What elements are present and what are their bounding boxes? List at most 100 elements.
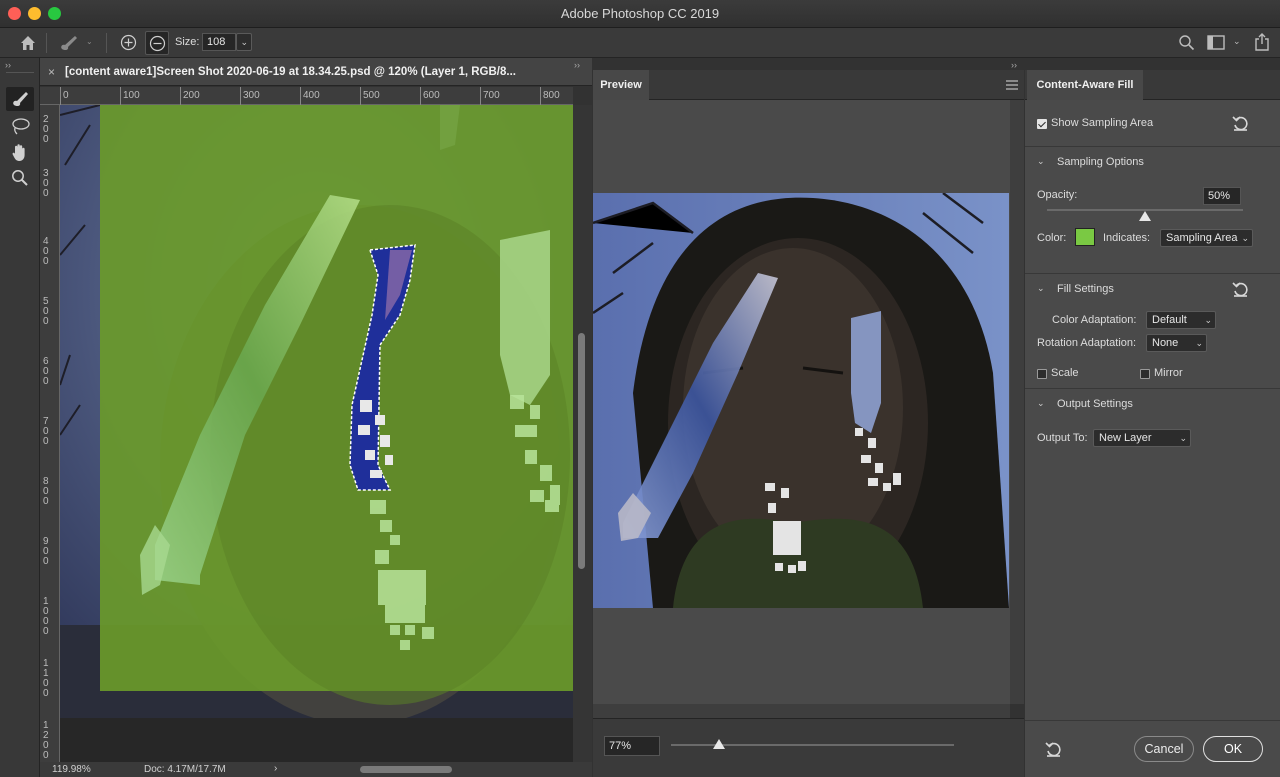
document-tab-title: [content aware1]Screen Shot 2020-06-19 a…	[65, 66, 516, 78]
subtract-from-area-icon	[149, 35, 166, 52]
h-ruler-tick	[420, 87, 421, 105]
preview-image[interactable]	[593, 193, 1009, 608]
reset-all-icon[interactable]	[1045, 741, 1062, 757]
collapse-panels-icon[interactable]: ››	[574, 60, 580, 70]
preview-horizontal-scrollbar[interactable]	[593, 704, 1010, 718]
show-sampling-area-label: Show Sampling Area	[1051, 117, 1154, 129]
output-settings-section: ⌄ Output Settings Output To: New Layer ⌄	[1025, 388, 1280, 468]
overlay-color-swatch[interactable]	[1075, 228, 1095, 246]
preview-zoom-input[interactable]: 77%	[604, 736, 660, 756]
title-bar: Adobe Photoshop CC 2019	[0, 0, 1280, 28]
vertical-ruler: 200300400500600700800900100011001200	[40, 105, 60, 762]
sampling-brush-tool[interactable]	[6, 87, 34, 111]
v-ruler-tick-label: 0	[43, 188, 49, 199]
v-ruler-tick-label: 0	[43, 688, 49, 699]
scale-checkbox[interactable]	[1037, 369, 1047, 379]
h-ruler-tick	[540, 87, 541, 105]
ok-button[interactable]: OK	[1203, 736, 1263, 762]
close-document-icon[interactable]: ×	[48, 65, 55, 79]
document-canvas[interactable]	[60, 105, 573, 718]
expand-panel-icon[interactable]: ››	[5, 60, 11, 70]
add-to-area-icon[interactable]	[120, 34, 137, 51]
canvas-vertical-scrollbar[interactable]	[573, 105, 592, 762]
home-icon[interactable]	[19, 34, 37, 51]
document-tab[interactable]: × [content aware1]Screen Shot 2020-06-19…	[40, 58, 592, 86]
sampled-strip-right	[500, 230, 550, 405]
section-collapse-chevron-icon[interactable]: ⌄	[1037, 283, 1045, 294]
options-bar: ⌄ Size: 108 ⌄ ⌄	[0, 28, 1280, 58]
content-aware-fill-panel-header: Content-Aware Fill	[1025, 70, 1280, 100]
preview-zoom-slider-thumb[interactable]	[713, 739, 726, 749]
scrollbar-thumb[interactable]	[578, 333, 585, 569]
h-ruler-tick-label: 500	[363, 90, 380, 101]
h-ruler-tick-label: 300	[243, 90, 260, 101]
v-ruler-tick-label: 0	[43, 750, 49, 761]
status-menu-arrow-icon[interactable]: ›	[274, 763, 277, 774]
lasso-tool[interactable]	[6, 114, 34, 138]
preview-vertical-scrollbar[interactable]	[1010, 100, 1024, 704]
zoom-level-readout[interactable]: 119.98%	[52, 764, 91, 775]
opacity-slider-thumb[interactable]	[1139, 211, 1151, 221]
show-sampling-area-checkbox[interactable]	[1037, 119, 1047, 129]
color-adaptation-label: Color Adaptation:	[1052, 314, 1137, 326]
share-icon[interactable]	[1254, 32, 1270, 52]
brush-size-input[interactable]: 108	[202, 33, 236, 51]
reset-fill-settings-icon[interactable]	[1232, 281, 1249, 297]
brush-size-dropdown[interactable]: ⌄	[236, 33, 252, 51]
horizontal-ruler: 0 100 200 300 400 500 600 700 800	[40, 87, 573, 105]
h-ruler-tick-label: 700	[483, 90, 500, 101]
section-collapse-chevron-icon[interactable]: ⌄	[1037, 398, 1045, 409]
scale-label: Scale	[1051, 367, 1079, 379]
canvas-horizontal-scrollbar[interactable]	[360, 766, 452, 773]
collapse-preview-icon[interactable]: ››	[1011, 60, 1017, 70]
h-ruler-tick	[300, 87, 301, 105]
search-icon[interactable]	[1178, 34, 1195, 51]
v-ruler-tick-label: 0	[43, 316, 49, 327]
preview-zoom-bar: 77%	[593, 718, 1024, 777]
panel-menu-icon[interactable]	[1006, 80, 1018, 90]
magnifier-icon	[12, 170, 28, 186]
subtract-from-area-button[interactable]	[145, 31, 169, 55]
indicates-value: Sampling Area	[1166, 232, 1238, 244]
rotation-adaptation-label: Rotation Adaptation:	[1037, 337, 1137, 349]
section-collapse-chevron-icon[interactable]: ⌄	[1037, 156, 1045, 167]
color-label: Color:	[1037, 232, 1067, 244]
tool-panel: ››	[0, 58, 40, 777]
zoom-tool[interactable]	[6, 166, 34, 190]
output-settings-title[interactable]: Output Settings	[1057, 398, 1133, 410]
workspace-chevron-icon[interactable]: ⌄	[1233, 36, 1241, 47]
sampling-brush-tool-icon[interactable]	[58, 33, 80, 53]
sampling-options-title[interactable]: Sampling Options	[1057, 156, 1144, 168]
size-label: Size:	[175, 36, 200, 48]
content-aware-fill-tab[interactable]: Content-Aware Fill	[1027, 70, 1143, 100]
h-ruler-tick	[360, 87, 361, 105]
preview-tab[interactable]: Preview	[593, 70, 649, 100]
rotation-adaptation-dropdown[interactable]: None ⌄	[1146, 334, 1207, 352]
brush-preset-chevron-icon[interactable]: ⌄	[86, 37, 93, 46]
fill-settings-title[interactable]: Fill Settings	[1057, 283, 1114, 295]
color-adaptation-value: Default	[1152, 314, 1187, 326]
workspace-icon[interactable]	[1207, 35, 1225, 50]
h-ruler-tick-label: 600	[423, 90, 440, 101]
opacity-input[interactable]: 50%	[1203, 187, 1241, 205]
sampling-options-section: ⌄ Sampling Options Opacity: 50% Color: I…	[1025, 146, 1280, 280]
cancel-button[interactable]: Cancel	[1134, 736, 1194, 762]
reset-sampling-icon[interactable]	[1232, 115, 1249, 131]
indicates-dropdown[interactable]: Sampling Area ⌄	[1160, 229, 1253, 247]
output-to-value: New Layer	[1099, 432, 1152, 444]
chevron-down-icon: ⌄	[1195, 338, 1203, 348]
preview-fill-strip-right	[851, 311, 881, 433]
brush-icon	[13, 92, 28, 107]
mirror-checkbox[interactable]	[1140, 369, 1150, 379]
color-adaptation-dropdown[interactable]: Default ⌄	[1146, 311, 1216, 329]
h-ruler-tick	[480, 87, 481, 105]
document-size-readout: Doc: 4.17M/17.7M	[144, 764, 226, 775]
h-ruler-tick-label: 800	[543, 90, 560, 101]
chevron-down-icon: ⌄	[1204, 315, 1212, 325]
canvas-pasteboard	[60, 718, 573, 762]
v-ruler-tick-label: 0	[43, 496, 49, 507]
h-ruler-tick	[120, 87, 121, 105]
v-ruler-tick-label: 0	[43, 626, 49, 637]
output-to-dropdown[interactable]: New Layer ⌄	[1093, 429, 1191, 447]
hand-tool[interactable]	[6, 140, 34, 164]
